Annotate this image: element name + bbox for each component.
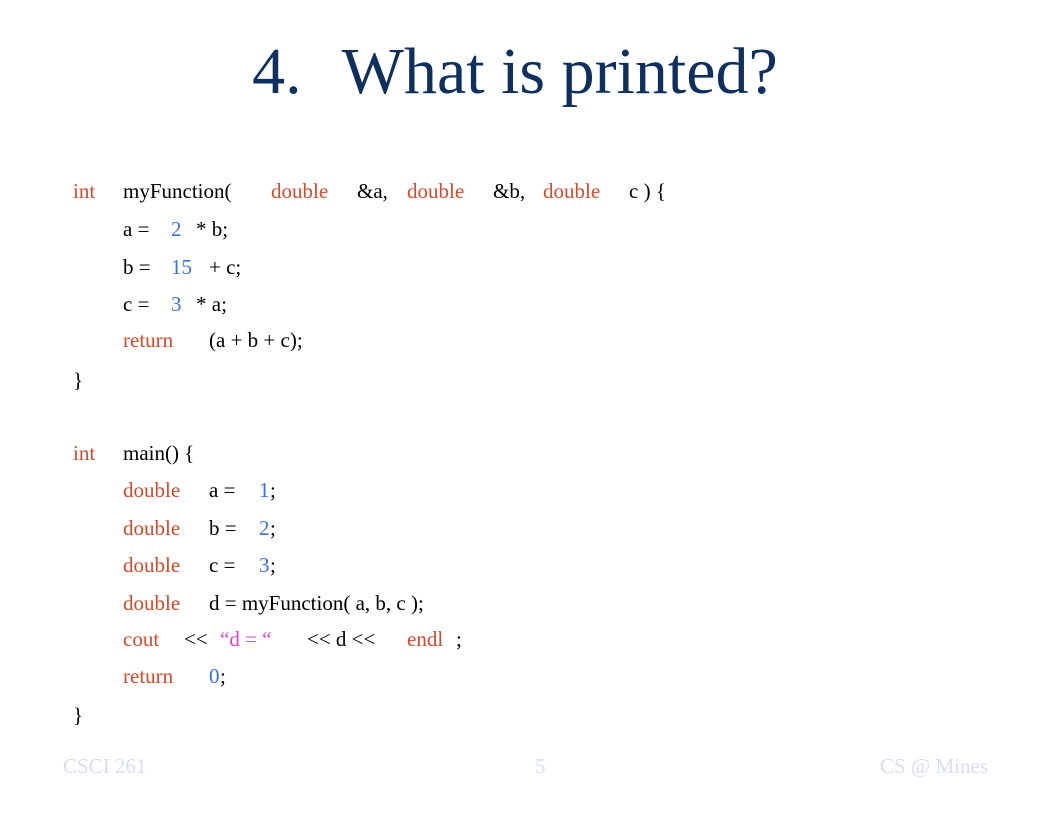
code-text: * b;: [196, 217, 229, 241]
code-text: ;: [270, 478, 276, 502]
param-b: &b,: [493, 179, 526, 203]
keyword-double: double: [271, 179, 329, 203]
number-literal: 2: [259, 516, 270, 540]
code-text: ;: [270, 516, 276, 540]
code-text: b =: [123, 255, 151, 279]
keyword-int: int: [73, 441, 96, 465]
keyword-double: double: [123, 591, 181, 615]
code-text: ;: [270, 553, 276, 577]
keyword-double: double: [123, 478, 181, 502]
param-a: &a,: [357, 179, 388, 203]
footer-page-number: 5: [535, 754, 546, 778]
code-text: + c;: [209, 255, 242, 279]
code-text: ;: [220, 664, 226, 688]
number-literal: 2: [171, 217, 182, 241]
code-text: a =: [209, 478, 236, 502]
param-c: c ) {: [629, 179, 666, 203]
code-block: int myFunction( double &a, double &b, do…: [0, 0, 1062, 797]
closing-brace: }: [73, 703, 84, 727]
keyword-double: double: [543, 179, 601, 203]
code-text: <<: [184, 627, 208, 651]
code-text: b =: [209, 516, 237, 540]
code-text: * a;: [196, 292, 227, 316]
footer-course: CSCI 261: [63, 754, 147, 778]
keyword-cout: cout: [123, 627, 160, 651]
code-text: a =: [123, 217, 150, 241]
closing-brace: }: [73, 368, 84, 392]
keyword-return: return: [123, 664, 174, 688]
number-literal: 15: [171, 255, 192, 279]
number-literal: 3: [171, 292, 182, 316]
function-name: main() {: [123, 441, 195, 465]
keyword-double: double: [407, 179, 465, 203]
code-text: d = myFunction( a, b, c );: [209, 591, 424, 615]
number-literal: 0: [209, 664, 220, 688]
keyword-return: return: [123, 328, 174, 352]
code-text: c =: [123, 292, 150, 316]
code-line: }: [0, 702, 83, 780]
footer-org: CS @ Mines: [880, 754, 989, 778]
code-text: (a + b + c);: [209, 328, 303, 352]
keyword-endl: endl: [407, 627, 444, 651]
number-literal: 1: [259, 478, 270, 502]
code-text: << d <<: [307, 627, 376, 651]
code-text: c =: [209, 553, 236, 577]
keyword-double: double: [123, 516, 181, 540]
function-name: myFunction(: [123, 179, 232, 203]
code-text: ;: [456, 627, 462, 651]
keyword-int: int: [73, 179, 96, 203]
string-literal: “d = “: [220, 627, 272, 651]
code-line: }: [0, 367, 83, 445]
keyword-double: double: [123, 553, 181, 577]
number-literal: 3: [259, 553, 270, 577]
